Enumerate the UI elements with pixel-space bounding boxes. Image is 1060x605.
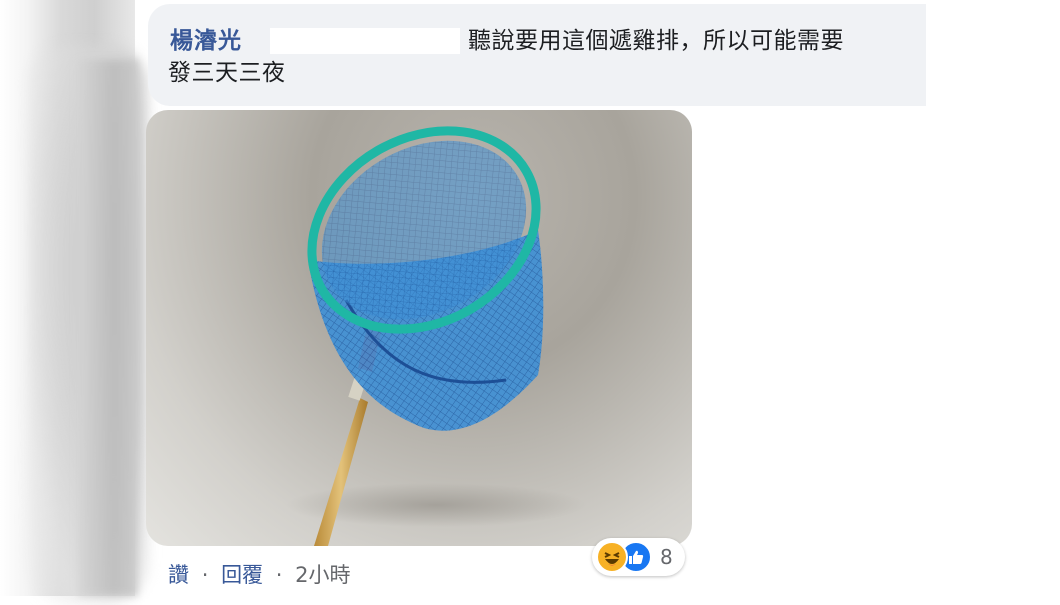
comment-attached-photo[interactable] <box>146 110 692 546</box>
comment-author-name[interactable]: 楊濬光 <box>170 26 242 56</box>
redacted-area <box>270 28 460 54</box>
comment-text-line1: 聽說要用這個遞雞排，所以可能需要 <box>468 28 844 54</box>
comment-bubble: 楊濬光 聽說要用這個遞雞排，所以可能需要 發三天三夜 <box>148 4 948 106</box>
blurred-shape-inner <box>78 60 138 596</box>
timestamp[interactable]: 2小時 <box>295 560 350 590</box>
reaction-count: 8 <box>660 545 673 569</box>
reactions-summary[interactable]: 8 <box>592 538 685 576</box>
comment-actions: 讚 · 回覆 · 2小時 <box>168 560 351 590</box>
crop-edge <box>926 0 1060 110</box>
fishing-net-illustration <box>286 126 586 546</box>
like-link[interactable]: 讚 <box>168 560 189 590</box>
separator: · <box>275 563 283 587</box>
comment-bubble-content: 楊濬光 聽說要用這個遞雞排，所以可能需要 發三天三夜 <box>148 4 926 106</box>
blurred-background-edge <box>0 0 148 605</box>
haha-icon <box>596 541 628 573</box>
reply-link[interactable]: 回覆 <box>221 560 263 590</box>
comment-text-line2: 發三天三夜 <box>168 60 286 86</box>
separator: · <box>201 563 209 587</box>
